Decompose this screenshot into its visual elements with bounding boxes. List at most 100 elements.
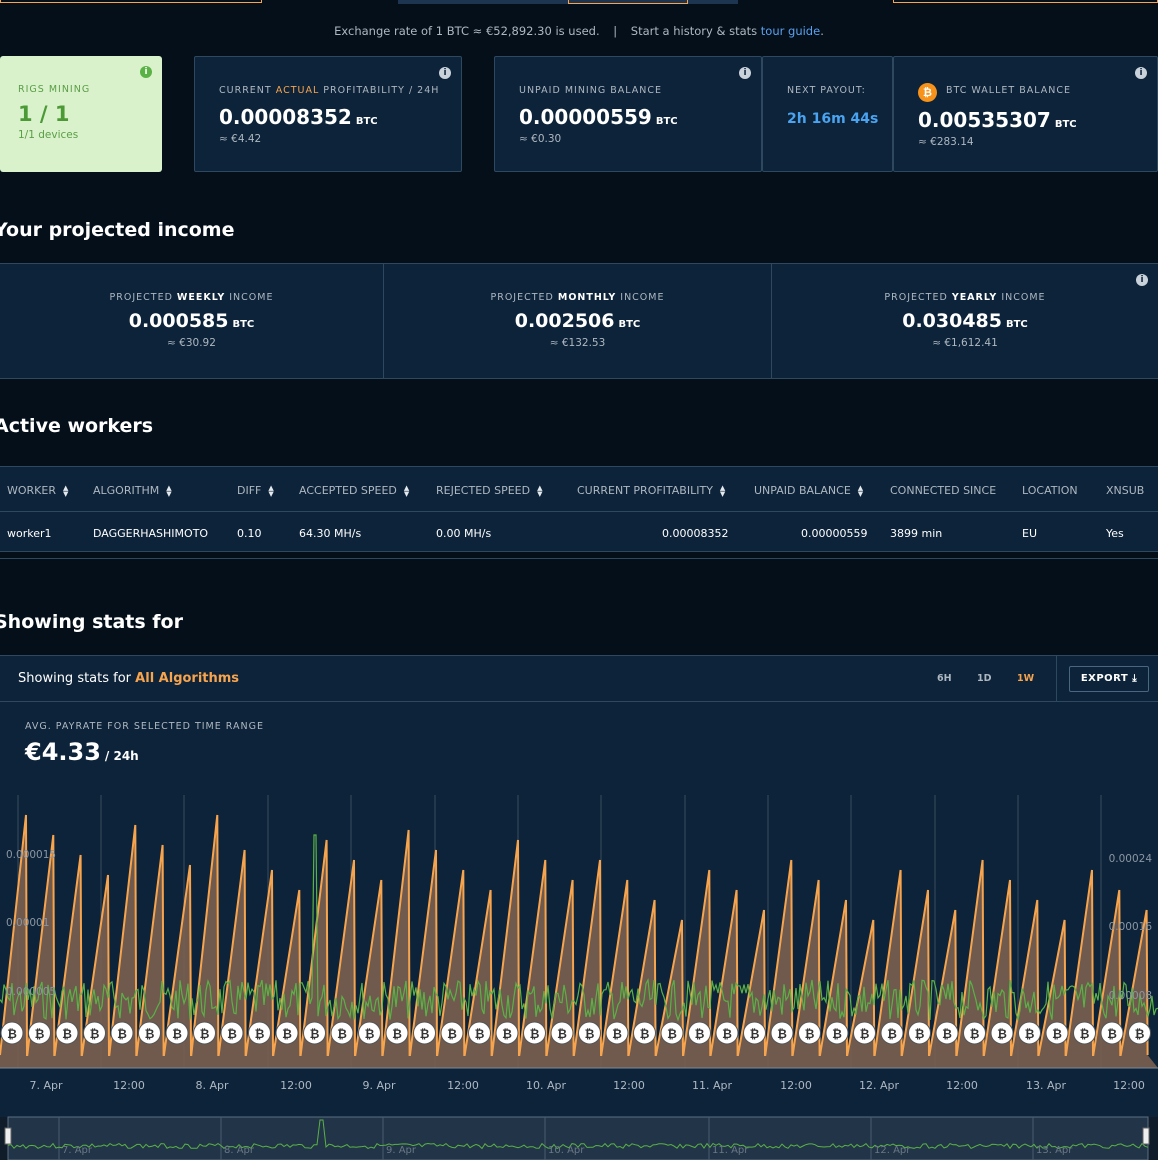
payout-marker-label: ₿ — [117, 1027, 127, 1041]
payout-marker-label: ₿ — [420, 1027, 430, 1041]
projected-income-row: i PROJECTED WEEKLY INCOME 0.000585 BTC ≈ … — [0, 263, 1158, 379]
cell-xnsub: Yes — [1106, 527, 1124, 540]
payout-marker-label: ₿ — [1107, 1027, 1117, 1041]
payout-marker-label: ₿ — [585, 1027, 595, 1041]
top-nav-fragment — [0, 0, 262, 3]
y-left-tick: 0.000005 — [6, 986, 56, 998]
info-icon[interactable]: i — [140, 66, 152, 78]
payout-marker-label: ₿ — [172, 1027, 182, 1041]
y-right-tick: 0.00016 — [1109, 921, 1153, 933]
cell-algorithm: DAGGERHASHIMOTO — [93, 527, 209, 540]
payout-marker-label: ₿ — [7, 1027, 17, 1041]
cell-accepted-speed: 64.30 MH/s — [299, 527, 362, 540]
x-tick-label: 12:00 — [1113, 1079, 1145, 1092]
rigs-mining-card: i RIGS MINING 1 / 1 1/1 devices — [0, 56, 162, 172]
range-6h-button[interactable]: 6H — [937, 673, 952, 684]
payout-marker-label: ₿ — [90, 1027, 100, 1041]
payout-marker-label: ₿ — [530, 1027, 540, 1041]
info-icon[interactable]: i — [739, 67, 751, 79]
unpaid-balance-card: i UNPAID MINING BALANCE 0.00000559 BTC ≈ … — [494, 56, 762, 172]
payout-marker-label: ₿ — [695, 1027, 705, 1041]
rigs-devices-count: 1/1 devices — [18, 129, 79, 141]
sort-icon: ▲ ▼ — [537, 484, 543, 498]
payout-marker-label: ₿ — [942, 1027, 952, 1041]
payout-marker-label: ₿ — [1052, 1027, 1062, 1041]
projected-income-title: Your projected income — [0, 219, 235, 241]
projected-monthly: PROJECTED MONTHLY INCOME 0.002506 BTC ≈ €… — [384, 264, 772, 378]
x-tick-label: 12:00 — [780, 1079, 812, 1092]
stats-section-title: Showing stats for — [0, 611, 183, 633]
unpaid-balance-eur: ≈ €0.30 — [519, 133, 562, 145]
cell-location: EU — [1022, 527, 1038, 540]
column-header-worker[interactable]: WORKER ▲ ▼ — [7, 484, 69, 498]
payout-marker-label: ₿ — [750, 1027, 760, 1041]
x-tick-label: 11. Apr — [692, 1079, 732, 1092]
column-header-unpaid-balance[interactable]: UNPAID BALANCE ▲ ▼ — [754, 484, 863, 498]
wallet-balance-label: BTC WALLET BALANCE — [946, 85, 1071, 96]
payout-marker-label: ₿ — [282, 1027, 292, 1041]
payout-marker-label: ₿ — [832, 1027, 842, 1041]
table-header: WORKER ▲ ▼ ALGORITHM ▲ ▼ DIFF ▲ ▼ ACCEPTED SPE… — [0, 467, 1158, 512]
x-tick-label: 8. Apr — [195, 1079, 228, 1092]
column-header-accepted-speed[interactable]: ACCEPTED SPEED ▲ ▼ — [299, 484, 409, 498]
payout-marker-label: ₿ — [62, 1027, 72, 1041]
separator: | — [613, 24, 618, 38]
cell-worker: worker1 — [7, 527, 52, 540]
payout-marker-label: ₿ — [227, 1027, 237, 1041]
column-header-profitability[interactable]: CURRENT PROFITABILITY ▲ ▼ — [577, 484, 726, 498]
range-1d-button[interactable]: 1D — [977, 673, 992, 684]
cell-diff: 0.10 — [237, 527, 262, 540]
payout-marker-label: ₿ — [1135, 1027, 1145, 1041]
payout-marker-label: ₿ — [805, 1027, 815, 1041]
navigator-handle-left — [4, 1127, 12, 1145]
payout-marker-label: ₿ — [1080, 1027, 1090, 1041]
navigator-tick-label: 10. Apr — [548, 1145, 585, 1156]
column-header-diff[interactable]: DIFF ▲ ▼ — [237, 484, 274, 498]
column-header-algorithm[interactable]: ALGORITHM ▲ ▼ — [93, 484, 172, 498]
payout-marker-label: ₿ — [1025, 1027, 1035, 1041]
payout-marker-label: ₿ — [557, 1027, 567, 1041]
payout-marker-label: ₿ — [337, 1027, 347, 1041]
profitability-eur: ≈ €4.42 — [219, 133, 262, 145]
workers-table: WORKER ▲ ▼ ALGORITHM ▲ ▼ DIFF ▲ ▼ ACCEPTED SPE… — [0, 466, 1158, 552]
stats-chart: ₿ ₿ ₿ ₿ ₿ ₿ ₿ ₿ ₿ ₿ ₿ ₿ ₿ ₿ ₿ ₿ ₿ ₿ ₿ ₿ ₿ ₿ ₿ ₿ ₿ ₿ ₿ ₿ ₿ ₿ ₿ ₿ ₿ ₿ ₿ ₿ ₿ ₿ ₿ ₿… — [0, 795, 1158, 1160]
x-tick-label: 13. Apr — [1026, 1079, 1066, 1092]
payout-marker-label: ₿ — [392, 1027, 402, 1041]
tour-guide-link[interactable]: tour guide — [761, 24, 820, 38]
x-tick-label: 12:00 — [946, 1079, 978, 1092]
cell-connected-since: 3899 min — [890, 527, 943, 540]
tour-text: Start a history & stats — [630, 24, 758, 38]
y-right-tick: 0.00024 — [1109, 853, 1153, 865]
payout-marker-label: ₿ — [722, 1027, 732, 1041]
info-icon[interactable]: i — [1135, 67, 1147, 79]
next-payout-card: NEXT PAYOUT: 2h 16m 44s — [762, 56, 893, 172]
payout-marker-label: ₿ — [640, 1027, 650, 1041]
payout-marker-label: ₿ — [310, 1027, 320, 1041]
rigs-mining-label: RIGS MINING — [18, 84, 91, 95]
x-tick-label: 10. Apr — [526, 1079, 566, 1092]
navigator-tick-label: 7. Apr — [62, 1145, 93, 1156]
y-right-tick: 0.00008 — [1109, 990, 1152, 1002]
profitability-value: 0.00008352 BTC — [219, 105, 378, 129]
payout-marker-label: ₿ — [860, 1027, 870, 1041]
cell-profitability: 0.00008352 — [662, 527, 729, 540]
divider — [0, 558, 1158, 559]
sort-icon: ▲ ▼ — [62, 484, 69, 498]
y-left-tick: 0.000015 — [6, 849, 56, 861]
x-tick-label: 12. Apr — [859, 1079, 899, 1092]
sort-icon: ▲ ▼ — [719, 484, 726, 498]
profitability-label: CURRENT ACTUAL PROFITABILITY / 24H — [219, 85, 440, 96]
column-header-rejected-speed[interactable]: REJECTED SPEED ▲ ▼ — [436, 484, 543, 498]
next-payout-label: NEXT PAYOUT: — [787, 85, 866, 96]
next-payout-countdown: 2h 16m 44s — [787, 111, 879, 127]
info-icon[interactable]: i — [439, 67, 451, 79]
algorithm-selector[interactable]: All Algorithms — [135, 671, 239, 686]
unpaid-balance-value: 0.00000559 BTC — [519, 105, 678, 129]
range-1w-button[interactable]: 1W — [1017, 673, 1034, 684]
cell-rejected-speed: 0.00 MH/s — [436, 527, 492, 540]
navigator-tick-label: 13. Apr — [1036, 1145, 1073, 1156]
sort-icon: ▲ ▼ — [166, 484, 172, 498]
export-button[interactable]: EXPORT ⤓ — [1069, 666, 1149, 692]
x-tick-label: 12:00 — [447, 1079, 479, 1092]
wallet-balance-value: 0.00535307 BTC — [918, 108, 1077, 132]
